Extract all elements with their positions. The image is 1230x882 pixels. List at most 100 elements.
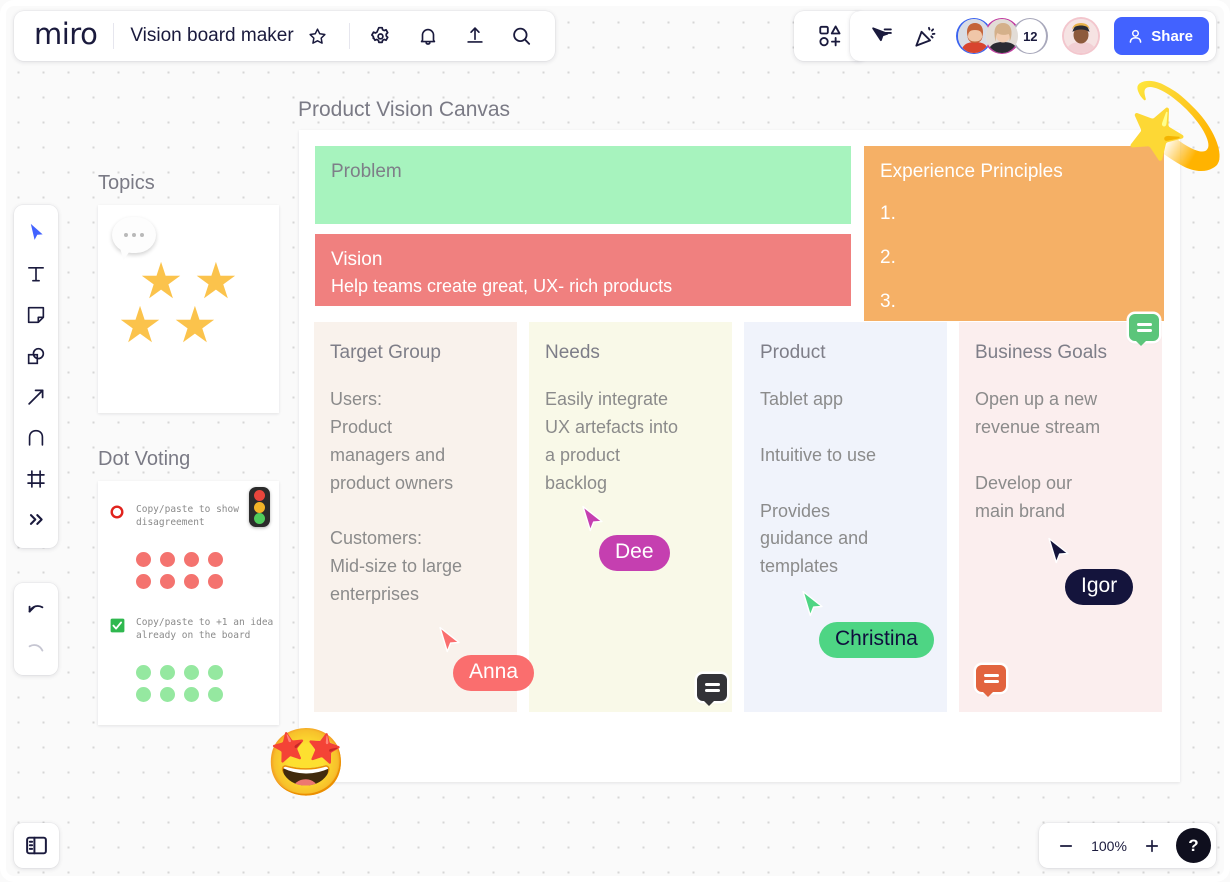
star-icon: ★ (117, 296, 163, 353)
arrow-tool[interactable] (18, 377, 54, 416)
header-actions (366, 21, 537, 51)
zoom-controls: 100% ? (1039, 823, 1216, 868)
chevron-double-right-icon (29, 514, 43, 525)
redo-icon (28, 643, 44, 651)
apps-grid-add-icon (819, 25, 841, 47)
column-target-group-title: Target Group (330, 342, 441, 363)
pen-tool[interactable] (18, 418, 54, 457)
dot-voting-label: Dot Voting (98, 448, 191, 470)
block-experience-principles[interactable]: Experience Principles 1. 2. 3. (864, 146, 1164, 321)
block-vision-body: Help teams create great, UX- rich produc… (331, 275, 673, 296)
dot-voting-item-text: Copy/paste to +1 an idea already on the … (136, 617, 274, 642)
dot-grid-green (136, 665, 223, 702)
star-outline-icon[interactable] (303, 21, 333, 51)
comment-badge-goals-bottom[interactable] (976, 665, 1006, 697)
column-target-group[interactable]: Target Group Users: Product managers and… (314, 322, 517, 712)
shapes-icon (27, 347, 45, 364)
zoom-level-label[interactable]: 100% (1090, 838, 1128, 854)
column-business-goals-title: Business Goals (975, 342, 1108, 363)
share-button[interactable]: Share (1114, 17, 1209, 55)
topics-label: Topics (98, 172, 155, 194)
miro-board-app: miro Vision board maker 12 Share Topics … (0, 0, 1230, 882)
cursor-arrow-icon (439, 626, 460, 653)
sidebar-panel-toggle[interactable] (14, 823, 59, 868)
board-title[interactable]: Vision board maker (130, 25, 293, 47)
star-icon: ★ (172, 296, 218, 353)
dizzy-star-emoji[interactable]: 💫 (1124, 86, 1226, 168)
comment-badge-needs[interactable] (697, 674, 727, 706)
frame-tool[interactable] (18, 459, 54, 498)
cursor-arrow-icon (582, 505, 603, 532)
frame-icon (27, 469, 45, 488)
pen-icon (28, 429, 44, 446)
bubble-dots (124, 233, 144, 237)
column-product-body: Tablet app Intuitive to use Provides gui… (760, 389, 877, 577)
dot-row (136, 665, 223, 680)
minus-icon (1059, 844, 1073, 847)
arrow-icon (28, 389, 44, 405)
collaborator-avatars[interactable]: 12 (956, 18, 1049, 54)
zoom-in-button[interactable] (1139, 833, 1165, 859)
gear-icon[interactable] (366, 21, 396, 51)
star-row: ★ ★ (97, 296, 238, 353)
product-vision-canvas-label: Product Vision Canvas (298, 98, 511, 121)
column-needs[interactable]: Needs Easily integrate UX artefacts into… (529, 322, 732, 712)
creation-toolbar (14, 205, 58, 548)
dot-row (136, 552, 223, 567)
more-tools[interactable] (18, 500, 54, 539)
shapes-tool[interactable] (18, 336, 54, 375)
experience-principles-list: 1. 2. 3. (880, 192, 1148, 325)
cursor-arrow-icon (802, 590, 823, 617)
header-right-cluster: 12 Share (850, 11, 1216, 61)
share-label: Share (1151, 27, 1193, 45)
sticky-note-tool[interactable] (18, 295, 54, 334)
red-circle-icon (110, 505, 124, 522)
party-popper-icon[interactable] (910, 21, 940, 51)
principle-item: 1. (880, 202, 896, 224)
upload-icon[interactable] (460, 21, 490, 51)
topics-stars: ★ ★ ★ ★ (97, 256, 279, 353)
topics-frame[interactable]: ★ ★ ★ ★ (98, 205, 279, 413)
column-business-goals[interactable]: Business Goals Open up a new revenue str… (959, 314, 1162, 712)
dot-row (136, 574, 223, 589)
block-problem-title: Problem (331, 161, 402, 182)
avatar[interactable] (984, 18, 1021, 54)
cursor-label-dee: Dee (599, 535, 670, 572)
search-icon[interactable] (507, 21, 537, 51)
block-problem[interactable]: Problem (315, 146, 851, 224)
dot-voting-frame[interactable]: Copy/paste to show disagreement Copy/pas… (98, 481, 279, 725)
dot-voting-item-text: Copy/paste to show disagreement (136, 504, 239, 529)
block-vision-title: Vision (331, 249, 383, 270)
principle-item: 3. (880, 291, 896, 313)
help-button[interactable]: ? (1176, 828, 1211, 863)
select-tool[interactable] (18, 213, 54, 252)
bell-icon[interactable] (413, 21, 443, 51)
text-tool[interactable] (18, 254, 54, 293)
undo-icon (28, 604, 44, 612)
overflow-count-label: 12 (1014, 19, 1047, 53)
redo-button[interactable] (18, 629, 54, 668)
product-vision-canvas-frame[interactable]: Problem Vision Help teams create great, … (299, 130, 1180, 782)
comment-badge-business-goals[interactable] (1129, 314, 1159, 346)
cursor-label-anna: Anna (453, 655, 535, 692)
column-needs-title: Needs (545, 342, 600, 363)
miro-logo[interactable]: miro (34, 20, 98, 52)
cursor-arrow-icon (1048, 537, 1069, 564)
block-experience-principles-title: Experience Principles (880, 161, 1063, 182)
cursor-label-igor: Igor (1065, 569, 1134, 606)
star-struck-emoji[interactable]: 🤩 (265, 729, 347, 795)
undo-button[interactable] (18, 590, 54, 629)
column-business-goals-body: Open up a new revenue stream Develop our… (975, 389, 1101, 521)
cursor-present-icon[interactable] (866, 21, 896, 51)
column-product-title: Product (760, 342, 826, 363)
current-user-avatar[interactable] (1062, 17, 1101, 55)
green-check-icon (110, 618, 125, 636)
speech-bubble-icon (112, 217, 156, 253)
cursor-arrow-icon (30, 223, 43, 240)
zoom-out-button[interactable] (1053, 833, 1079, 859)
plus-icon (1145, 839, 1159, 852)
header-left-cluster: miro Vision board maker (14, 11, 555, 61)
block-vision[interactable]: Vision Help teams create great, UX- rich… (315, 234, 851, 306)
dot-row (136, 687, 223, 702)
sidebar-panel-icon (26, 836, 47, 855)
